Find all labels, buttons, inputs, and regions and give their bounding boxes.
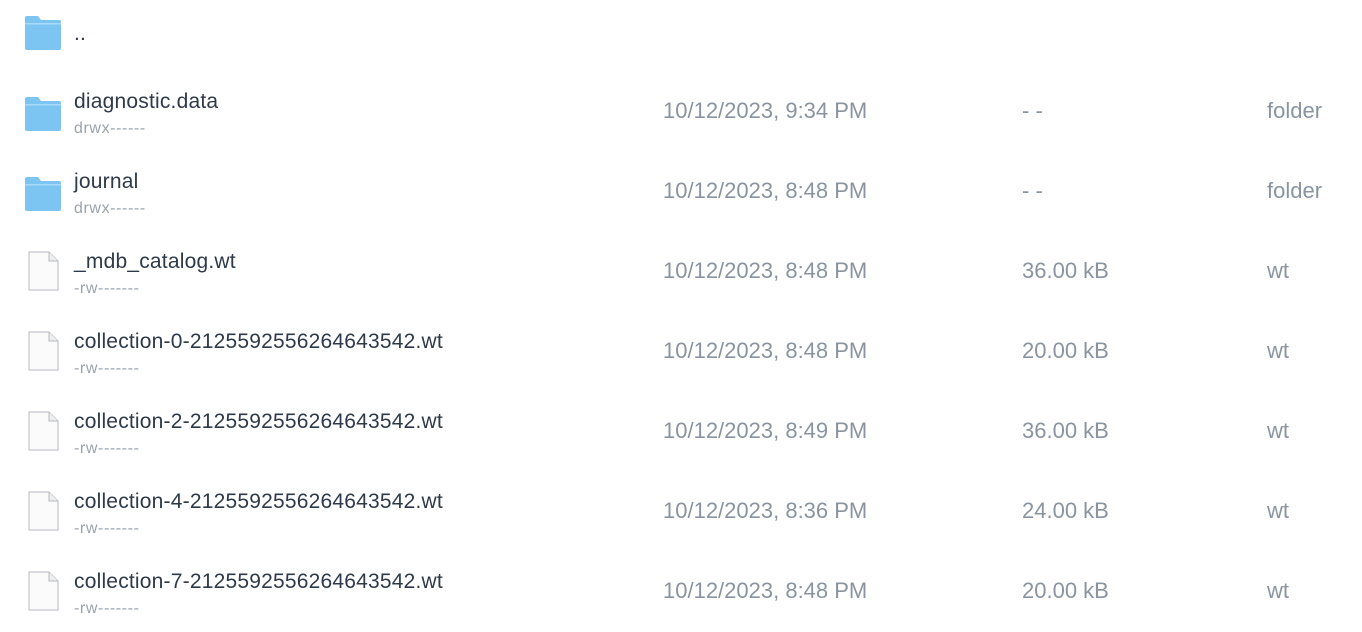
file-name: collection-2-2125592556264643542.wt <box>74 410 443 433</box>
file-modified-date: 10/12/2023, 8:36 PM <box>663 498 868 523</box>
file-size: - - <box>1022 98 1043 123</box>
file-permissions: -rw------- <box>74 520 140 537</box>
file-kind: wt <box>1267 258 1289 283</box>
file-size: - - <box>1022 178 1043 203</box>
file-kind: wt <box>1267 578 1289 603</box>
file-modified-date: 10/12/2023, 8:48 PM <box>663 258 868 283</box>
file-permissions: -rw------- <box>74 280 140 297</box>
file-permissions: drwx------ <box>74 120 146 137</box>
file-kind: folder <box>1267 178 1323 203</box>
file-name: collection-0-2125592556264643542.wt <box>74 330 443 353</box>
file-row[interactable]: _mdb_catalog.wt -rw------- 10/12/2023, 8… <box>0 240 1362 320</box>
file-size: 24.00 kB <box>1022 498 1109 523</box>
file-icon <box>24 331 62 371</box>
file-name: diagnostic.data <box>74 90 219 113</box>
file-kind: wt <box>1267 418 1289 443</box>
file-name: .. <box>74 22 87 45</box>
file-size: 36.00 kB <box>1022 258 1109 283</box>
folder-icon <box>24 93 62 133</box>
file-row[interactable]: collection-0-2125592556264643542.wt -rw-… <box>0 320 1362 400</box>
file-modified-date: 10/12/2023, 8:48 PM <box>663 578 868 603</box>
file-row[interactable]: journal drwx------ 10/12/2023, 8:48 PM -… <box>0 160 1362 240</box>
file-row[interactable]: collection-7-2125592556264643542.wt -rw-… <box>0 560 1362 632</box>
file-size: 36.00 kB <box>1022 418 1109 443</box>
file-kind: wt <box>1267 498 1289 523</box>
file-permissions: -rw------- <box>74 440 140 457</box>
file-kind: wt <box>1267 338 1289 363</box>
file-icon <box>24 251 62 291</box>
file-row[interactable]: collection-2-2125592556264643542.wt -rw-… <box>0 400 1362 480</box>
file-modified-date: 10/12/2023, 9:34 PM <box>663 98 868 123</box>
file-modified-date: 10/12/2023, 8:49 PM <box>663 418 868 443</box>
file-icon <box>24 411 62 451</box>
file-modified-date: 10/12/2023, 8:48 PM <box>663 178 868 203</box>
file-row[interactable]: diagnostic.data drwx------ 10/12/2023, 9… <box>0 80 1362 160</box>
file-size: 20.00 kB <box>1022 338 1109 363</box>
file-permissions: -rw------- <box>74 360 140 377</box>
file-permissions: drwx------ <box>74 200 146 217</box>
file-kind: folder <box>1267 98 1323 123</box>
file-list: .. diagnostic.data drwx------ 10/12/2023… <box>0 0 1362 632</box>
file-row[interactable]: collection-4-2125592556264643542.wt -rw-… <box>0 480 1362 560</box>
file-size: 20.00 kB <box>1022 578 1109 603</box>
file-name: collection-4-2125592556264643542.wt <box>74 490 443 513</box>
folder-icon <box>24 12 62 52</box>
file-permissions: -rw------- <box>74 600 140 617</box>
file-name: journal <box>74 170 139 193</box>
file-icon <box>24 571 62 611</box>
folder-icon <box>24 173 62 213</box>
file-name: collection-7-2125592556264643542.wt <box>74 570 443 593</box>
file-modified-date: 10/12/2023, 8:48 PM <box>663 338 868 363</box>
file-row-parent-directory[interactable]: .. <box>0 0 1362 80</box>
file-name: _mdb_catalog.wt <box>74 250 236 273</box>
file-icon <box>24 491 62 531</box>
